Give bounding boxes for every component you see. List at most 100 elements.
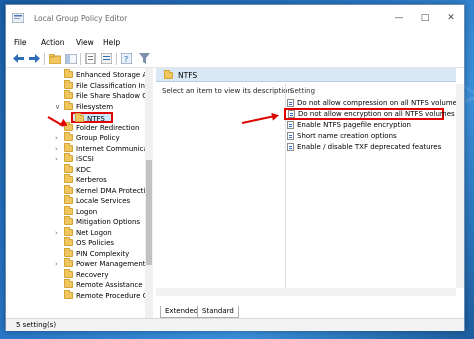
tree-item[interactable]: › Internet Communica [6,142,148,154]
setting-row[interactable]: Enable / disable TXF deprecated features [287,142,455,152]
tree-item[interactable]: Locale Services [6,195,145,206]
column-header-setting[interactable]: Setting [290,87,315,95]
tree-item-label: Folder Redirection [76,123,140,132]
folder-icon [64,258,73,267]
folder-icon [164,70,173,79]
tree-item-label: Remote Procedure C [76,291,148,300]
folder-icon [64,184,73,194]
forward-arrow-icon[interactable] [28,52,41,65]
title-bar: Local Group Policy Editor — □ ✕ [6,5,464,31]
folder-icon [64,216,73,225]
tree-item-label: Logon [76,207,98,216]
export-list-icon[interactable] [100,52,113,65]
details-header-title: NTFS [178,71,198,80]
tree-item-label: OS Policies [76,239,115,247]
tree-item-filesystem[interactable]: ∨ Filesystem [6,100,145,112]
minimize-button[interactable]: — [386,5,412,31]
folder-icon [64,163,73,173]
policy-setting-icon [288,110,295,118]
tree-item[interactable]: KDC [6,163,145,175]
menu-action[interactable]: Action [41,38,65,47]
tree-item[interactable]: Enhanced Storage Ac [6,69,151,80]
chevron-right-icon[interactable]: › [55,133,58,143]
tree-item[interactable]: › Net Logon [6,226,145,238]
tree-item[interactable]: › Power Management [6,258,146,269]
folder-icon [75,113,84,122]
tree-scrollbar-thumb[interactable] [146,160,152,265]
svg-text:?: ? [124,55,128,64]
tree-item[interactable]: Folder Redirection [6,121,145,133]
setting-label: Enable NTFS pagefile encryption [297,121,411,129]
tree-item-label: Filesystem [76,102,114,111]
setting-label: Do not allow encryption on all NTFS volu… [298,110,455,118]
tree-item[interactable]: Mitigation Options [6,216,145,227]
details-horizontal-scrollbar[interactable] [156,288,456,296]
chevron-down-icon[interactable]: ∨ [55,102,60,112]
setting-label: Do not allow compression on all NTFS vol… [297,99,461,107]
tree-item[interactable]: File Share Shadow C [6,90,147,101]
menu-bar: File Action View Help [6,36,464,50]
chevron-right-icon[interactable]: › [55,228,58,238]
folder-icon [64,142,73,152]
tree-item[interactable]: File Classification Inf [6,79,148,91]
menu-view[interactable]: View [76,38,94,47]
tree-item[interactable]: Logon [6,205,145,217]
folder-icon [64,237,73,246]
tree-item[interactable]: Recovery [6,268,145,280]
menu-file[interactable]: File [14,38,27,47]
tree-item[interactable]: › iSCSI [6,153,145,164]
folder-icon [64,205,73,215]
tree-item[interactable]: Remote Assistance [6,279,145,290]
tree-item[interactable]: PIN Complexity [6,247,145,259]
properties-icon[interactable] [84,52,97,65]
show-hide-tree-icon[interactable] [64,52,77,65]
filter-icon[interactable] [138,52,151,65]
folder-icon [64,174,73,183]
setting-label: Short name creation options [297,132,397,140]
back-arrow-icon[interactable] [12,52,25,65]
toolbar-separator [44,53,45,65]
tree-item-label: Locale Services [76,197,131,205]
tree-item[interactable]: Remote Procedure C [6,289,148,301]
navigation-tree: Enhanced Storage Ac File Classification … [6,68,153,318]
setting-label: Enable / disable TXF deprecated features [297,143,442,151]
maximize-button[interactable]: □ [412,5,438,31]
chevron-right-icon[interactable]: › [55,154,58,164]
details-vertical-scrollbar[interactable] [456,84,464,288]
tree-item[interactable]: Kerberos [6,174,145,185]
tree-item-label: Power Management [76,260,146,268]
tree-item-label: KDC [76,165,91,174]
policy-setting-icon [287,143,294,151]
toolbar-separator [80,53,81,65]
menu-help[interactable]: Help [103,38,120,47]
setting-row-highlighted[interactable]: Do not allow encryption on all NTFS volu… [284,108,455,120]
close-button[interactable]: ✕ [438,5,464,31]
tree-item-ntfs-selected[interactable]: NTFS [71,112,113,123]
tree-item-label: File Classification Inf [76,81,148,90]
folder-icon [64,69,73,78]
up-folder-icon[interactable] [48,52,61,65]
tree-item-label: Recovery [76,270,109,279]
folder-icon [64,226,73,236]
annotation-arrowhead-setting [271,111,280,121]
chevron-right-icon[interactable]: › [55,259,58,269]
setting-row[interactable]: Short name creation options [287,131,455,141]
folder-icon [64,247,73,257]
tree-item[interactable]: OS Policies [6,237,145,248]
window-title: Local Group Policy Editor [34,14,128,23]
tree-item[interactable]: Kernel DMA Protectio [6,184,150,196]
tree-scrollbar[interactable] [145,68,153,318]
setting-row[interactable]: Do not allow compression on all NTFS vol… [287,98,461,108]
policy-setting-icon [287,121,294,129]
chevron-right-icon[interactable]: › [55,144,58,154]
tree-item-label: Mitigation Options [76,218,141,226]
folder-icon [64,90,73,99]
status-text: 5 setting(s) [16,321,57,329]
tab-standard[interactable]: Standard [197,306,239,318]
toolbar-separator [116,53,117,65]
help-icon[interactable]: ? [120,52,133,65]
tree-item[interactable]: › Group Policy [6,132,145,143]
setting-row[interactable]: Enable NTFS pagefile encryption [287,120,455,130]
status-bar: 5 setting(s) [6,318,464,331]
tree-item-label: iSCSI [76,155,94,163]
